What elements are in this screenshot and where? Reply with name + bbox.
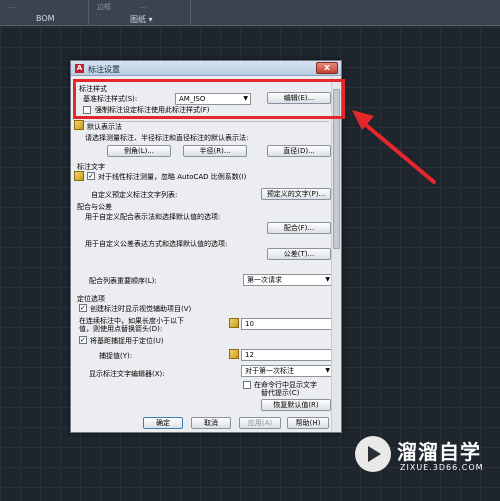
annotation-arrow bbox=[352, 110, 436, 184]
watermark: 溜溜自学 ZIXUE.3D66.COM bbox=[355, 432, 495, 482]
play-icon bbox=[368, 446, 381, 462]
watermark-subtitle: ZIXUE.3D66.COM bbox=[400, 463, 484, 472]
watermark-title: 溜溜自学 bbox=[397, 440, 481, 464]
